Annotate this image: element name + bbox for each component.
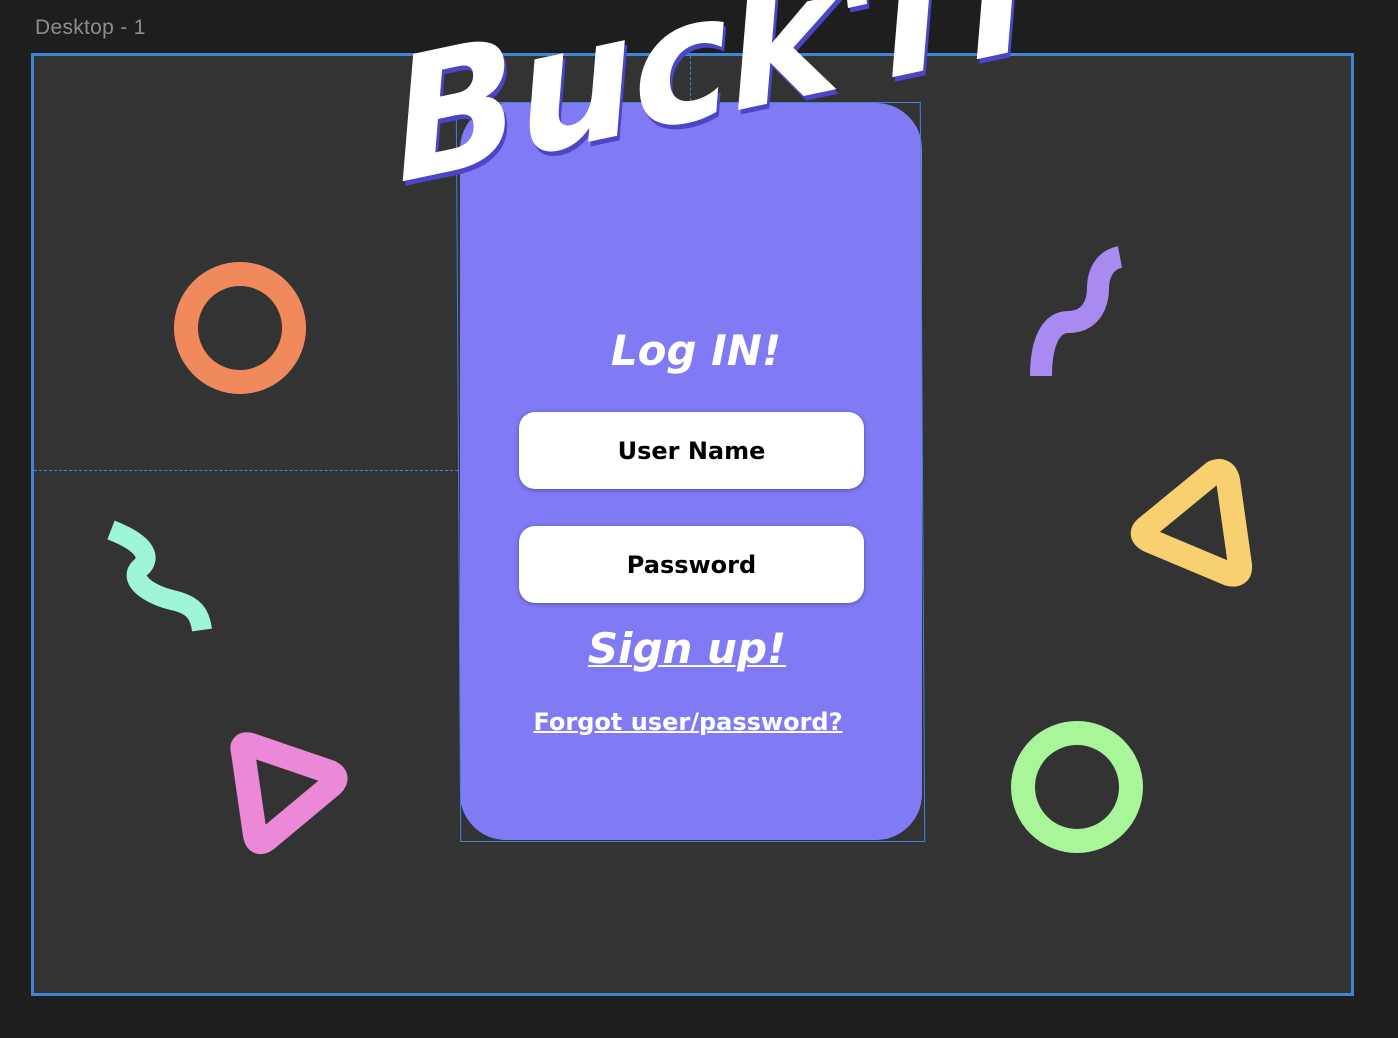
- username-label: User Name: [617, 436, 766, 465]
- frame-title[interactable]: Desktop - 1: [35, 16, 146, 40]
- signup-link[interactable]: Sign up!: [460, 624, 914, 673]
- forgot-password-link[interactable]: Forgot user/password?: [460, 708, 916, 736]
- login-title: Log IN!: [610, 326, 782, 375]
- password-field[interactable]: Password: [519, 526, 864, 603]
- username-field[interactable]: User Name: [519, 412, 864, 489]
- horizontal-guide: [34, 470, 458, 471]
- password-label: Password: [626, 550, 757, 579]
